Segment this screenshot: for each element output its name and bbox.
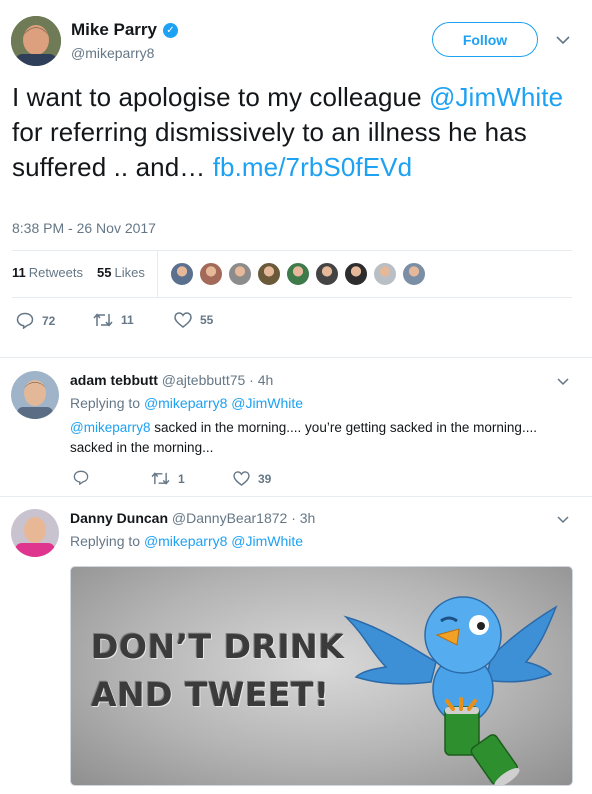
- liker-avatar[interactable]: [257, 262, 281, 286]
- mention-link[interactable]: @mikeparry8: [144, 395, 227, 411]
- liker-avatar[interactable]: [373, 262, 397, 286]
- display-name[interactable]: Mike Parry ✓: [71, 20, 178, 40]
- retweet-button[interactable]: 11: [93, 312, 134, 328]
- reply-header: Danny Duncan @DannyBear1872 · 3h: [70, 510, 315, 526]
- heart-icon: [233, 471, 250, 486]
- likes-count: 55: [97, 265, 112, 280]
- mention-link[interactable]: @JimWhite: [231, 395, 303, 411]
- liker-avatar[interactable]: [199, 262, 223, 286]
- liker-avatar[interactable]: [228, 262, 252, 286]
- replying-to: Replying to @mikeparry8 @JimWhite: [70, 395, 303, 411]
- liker-avatars: [170, 262, 426, 286]
- mention-link[interactable]: @mikeparry8: [144, 533, 227, 549]
- chevron-down-icon[interactable]: [555, 374, 571, 390]
- avatar[interactable]: [11, 509, 59, 557]
- mention-link[interactable]: @JimWhite: [429, 82, 563, 112]
- reply-button[interactable]: [73, 470, 89, 485]
- divider: [12, 297, 572, 298]
- handle[interactable]: @DannyBear1872: [172, 510, 287, 526]
- liker-avatar[interactable]: [286, 262, 310, 286]
- likes-stat[interactable]: 55 Likes: [97, 265, 145, 280]
- replying-label: Replying to: [70, 533, 141, 549]
- heart-icon: [174, 312, 192, 328]
- retweet-button[interactable]: 1: [151, 471, 185, 486]
- chevron-down-icon[interactable]: [555, 32, 571, 48]
- url-link[interactable]: fb.me/7rbS0fEVd: [213, 152, 413, 182]
- retweets-stat[interactable]: 11 Retweets: [12, 265, 83, 280]
- display-name[interactable]: adam tebbutt: [70, 372, 158, 388]
- time[interactable]: · 3h: [291, 510, 315, 526]
- tweet-text-part: I want to apologise to my colleague: [12, 82, 429, 112]
- like-count: 39: [258, 471, 272, 486]
- reply-tweet: adam tebbutt @ajtebbutt75 · 4h Replying …: [0, 359, 592, 497]
- retweet-icon: [151, 472, 170, 485]
- avatar[interactable]: [11, 371, 59, 419]
- avatar[interactable]: [11, 16, 61, 66]
- retweets-label: Retweets: [28, 265, 83, 280]
- divider: [157, 251, 158, 297]
- retweet-count: 11: [121, 313, 134, 327]
- retweet-count: 1: [178, 471, 185, 486]
- tweet-media-image[interactable]: DON’T DRINK AND TWEET!: [70, 566, 573, 786]
- likes-label: Likes: [114, 265, 145, 280]
- time[interactable]: · 4h: [249, 372, 273, 388]
- handle[interactable]: @ajtebbutt75: [162, 372, 246, 388]
- main-tweet: Mike Parry ✓ @mikeparry8 Follow I want t…: [0, 0, 592, 358]
- mention-link[interactable]: @JimWhite: [231, 533, 303, 549]
- display-name[interactable]: Danny Duncan: [70, 510, 168, 526]
- reply-icon: [73, 470, 89, 485]
- tweet-actions: 72 11 55: [0, 310, 592, 334]
- reply-count: 72: [42, 313, 56, 328]
- replying-label: Replying to: [70, 395, 141, 411]
- chevron-down-icon[interactable]: [555, 512, 571, 528]
- media-text: DON’T DRINK: [91, 627, 345, 666]
- reply-text: @mikeparry8 sacked in the morning.... yo…: [70, 418, 560, 458]
- retweets-count: 11: [12, 265, 26, 280]
- liker-avatar[interactable]: [402, 262, 426, 286]
- like-button[interactable]: 55: [174, 312, 213, 328]
- handle[interactable]: @mikeparry8: [71, 45, 154, 61]
- reply-header: adam tebbutt @ajtebbutt75 · 4h: [70, 372, 273, 388]
- liker-avatar[interactable]: [344, 262, 368, 286]
- liker-avatar[interactable]: [315, 262, 339, 286]
- verified-badge-icon: ✓: [163, 22, 178, 38]
- media-text: AND TWEET!: [91, 675, 330, 714]
- follow-button[interactable]: Follow: [432, 22, 538, 57]
- reply-icon: [16, 312, 34, 329]
- stats-row: 11 Retweets 55 Likes: [0, 250, 592, 298]
- bluebird-icon: [343, 596, 558, 785]
- like-button[interactable]: 39: [233, 471, 271, 486]
- mention-link[interactable]: @mikeparry8: [70, 420, 150, 435]
- replying-to: Replying to @mikeparry8 @JimWhite: [70, 533, 303, 549]
- like-count: 55: [200, 313, 214, 327]
- divider: [12, 250, 572, 251]
- liker-avatar[interactable]: [170, 262, 194, 286]
- tweet-text: I want to apologise to my colleague @Jim…: [12, 80, 572, 185]
- reply-button[interactable]: 72: [16, 312, 55, 329]
- display-name-text[interactable]: Mike Parry: [71, 20, 157, 40]
- retweet-icon: [93, 313, 113, 327]
- timestamp[interactable]: 8:38 PM - 26 Nov 2017: [12, 220, 156, 236]
